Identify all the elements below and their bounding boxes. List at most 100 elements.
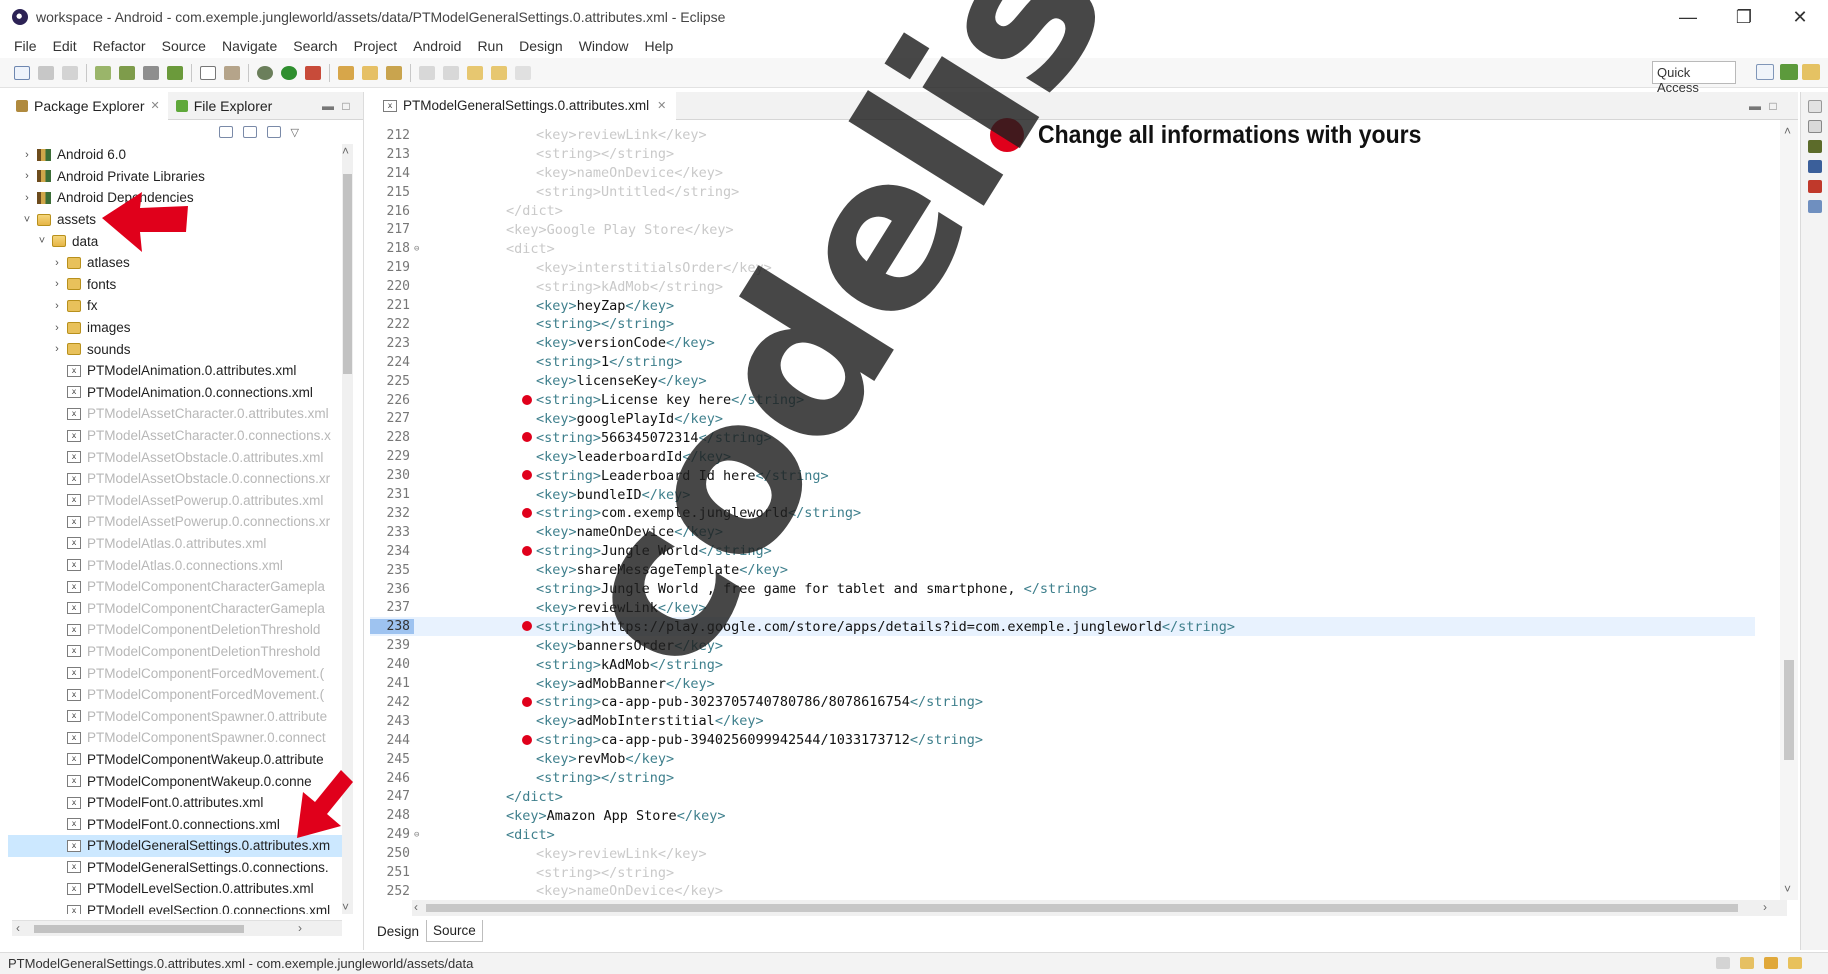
- menu-android[interactable]: Android: [413, 38, 461, 54]
- tree-item[interactable]: x PTModelComponentForcedMovement.(: [8, 684, 353, 706]
- tree-item[interactable]: › images: [8, 317, 353, 339]
- chevron-right-icon[interactable]: ›: [20, 170, 34, 182]
- code-line[interactable]: 235 <key>shareMessageTemplate</key>: [370, 561, 1755, 580]
- code-line[interactable]: 238 <string>https://play.google.com/store…: [370, 617, 1755, 637]
- code-line[interactable]: 228 <string>566345072314</string>: [370, 428, 1755, 447]
- scroll-down-icon[interactable]: ˅: [342, 900, 349, 914]
- external-tools-icon[interactable]: [224, 65, 240, 80]
- tree-item[interactable]: x PTModelAnimation.0.connections.xml: [8, 382, 353, 404]
- menu-edit[interactable]: Edit: [53, 38, 77, 54]
- code-line[interactable]: 247 </dict>: [370, 788, 1755, 807]
- code-line[interactable]: 221 <key>heyZap</key>: [370, 296, 1755, 315]
- chevron-down-icon[interactable]: ˅: [35, 235, 49, 247]
- tree-item[interactable]: x PTModelComponentForcedMovement.(: [8, 662, 353, 684]
- code-line[interactable]: 224 <string>1</string>: [370, 353, 1755, 372]
- tab-xml-file[interactable]: x PTModelGeneralSettings.0.attributes.xm…: [370, 91, 677, 120]
- close-icon[interactable]: ✕: [657, 99, 666, 112]
- open-perspective-icon[interactable]: [1756, 64, 1774, 80]
- chevron-right-icon[interactable]: ›: [20, 149, 34, 161]
- console-icon[interactable]: [1808, 140, 1822, 153]
- scroll-down-icon[interactable]: ˅: [1784, 882, 1791, 896]
- code-line[interactable]: 214 <key>nameOnDevice</key>: [370, 164, 1755, 183]
- code-line[interactable]: 239 <key>bannersOrder</key>: [370, 636, 1755, 655]
- tree-item[interactable]: x PTModelComponentDeletionThreshold: [8, 641, 353, 663]
- tab-file-explorer[interactable]: File Explorer: [168, 92, 281, 120]
- scroll-thumb[interactable]: [34, 925, 244, 933]
- back-icon[interactable]: [467, 65, 483, 80]
- tree-item[interactable]: x PTModelLevelSection.0.attributes.xml: [8, 878, 353, 900]
- code-line[interactable]: 245 <key>revMob</key>: [370, 750, 1755, 769]
- code-line[interactable]: 219 <key>interstitialsOrder</key>: [370, 258, 1755, 277]
- tree-item[interactable]: x PTModelAtlas.0.connections.xml: [8, 554, 353, 576]
- tab-package-explorer[interactable]: Package Explorer ✕: [8, 91, 168, 120]
- minimize-view-icon[interactable]: ▬: [319, 99, 337, 113]
- scroll-right-icon[interactable]: ›: [1763, 900, 1767, 914]
- run-icon[interactable]: [281, 65, 297, 80]
- android-sdk-icon[interactable]: [95, 65, 111, 80]
- code-line[interactable]: 234 <string>Jungle World</string>: [370, 542, 1755, 561]
- editor-horizontal-scrollbar[interactable]: ‹ ›: [412, 900, 1787, 916]
- tree-item[interactable]: x PTModelComponentCharacterGamepla: [8, 576, 353, 598]
- chevron-right-icon[interactable]: ›: [50, 343, 64, 355]
- code-line[interactable]: 249 ⊖ <dict>: [370, 825, 1755, 844]
- status-tool-icon[interactable]: [1764, 957, 1778, 969]
- open-folder-icon[interactable]: [362, 65, 378, 80]
- tree-item[interactable]: x PTModelComponentSpawner.0.attribute: [8, 705, 353, 727]
- tree-item[interactable]: › sounds: [8, 338, 353, 360]
- code-line[interactable]: 222 <string></string>: [370, 315, 1755, 334]
- lint-icon[interactable]: [143, 65, 159, 80]
- new-android-project-icon[interactable]: [167, 65, 183, 80]
- menu-project[interactable]: Project: [354, 38, 398, 54]
- code-line[interactable]: 241 <key>adMobBanner</key>: [370, 674, 1755, 693]
- tree-item[interactable]: x PTModelComponentCharacterGamepla: [8, 597, 353, 619]
- menu-file[interactable]: File: [14, 38, 37, 54]
- run-external-icon[interactable]: [305, 65, 321, 80]
- tree-item[interactable]: › fonts: [8, 274, 353, 296]
- tree-item[interactable]: x PTModelAssetObstacle.0.attributes.xml: [8, 446, 353, 468]
- code-line[interactable]: 229 <key>leaderboardId</key>: [370, 447, 1755, 466]
- code-line[interactable]: 240 <string>kAdMob</string>: [370, 655, 1755, 674]
- tree-item[interactable]: x PTModelAssetCharacter.0.attributes.xml: [8, 403, 353, 425]
- status-tool-icon[interactable]: [1788, 957, 1802, 969]
- java-perspective-icon[interactable]: [1780, 64, 1798, 80]
- problems-icon[interactable]: [1808, 160, 1822, 173]
- minimize-editor-icon[interactable]: ▬: [1746, 99, 1764, 113]
- tree-item[interactable]: › atlases: [8, 252, 353, 274]
- chevron-right-icon[interactable]: ›: [50, 278, 64, 290]
- annotation-icon[interactable]: [419, 65, 435, 80]
- save-all-icon[interactable]: [62, 65, 78, 80]
- menu-run[interactable]: Run: [477, 38, 503, 54]
- tree-horizontal-scrollbar[interactable]: ‹ ›: [12, 920, 342, 936]
- tree-item[interactable]: › Android Private Libraries: [8, 166, 353, 188]
- code-line[interactable]: 244 <string>ca-app-pub-3940256099942544/1…: [370, 731, 1755, 750]
- quick-access-input[interactable]: Quick Access: [1652, 61, 1736, 95]
- code-line[interactable]: 246 <string></string>: [370, 769, 1755, 788]
- scroll-left-icon[interactable]: ‹: [414, 900, 418, 914]
- status-tool-icon[interactable]: [1716, 957, 1730, 969]
- properties-icon[interactable]: [1808, 120, 1822, 133]
- code-line[interactable]: 232 <string>com.exemple.jungleworld</stri…: [370, 504, 1755, 523]
- history-icon[interactable]: [515, 65, 531, 80]
- code-line[interactable]: 220 <string>kAdMob</string>: [370, 277, 1755, 296]
- avd-manager-icon[interactable]: [119, 65, 135, 80]
- close-button[interactable]: ✕: [1772, 0, 1828, 34]
- open-type-icon[interactable]: [338, 65, 354, 80]
- fold-toggle-icon[interactable]: ⊖: [414, 244, 422, 254]
- menu-search[interactable]: Search: [293, 38, 337, 54]
- close-icon[interactable]: ✕: [151, 99, 160, 112]
- scroll-left-icon[interactable]: ‹: [16, 921, 20, 935]
- save-icon[interactable]: [38, 65, 54, 80]
- ddms-perspective-icon[interactable]: [1802, 64, 1820, 80]
- code-line[interactable]: 225 <key>licenseKey</key>: [370, 372, 1755, 391]
- menu-navigate[interactable]: Navigate: [222, 38, 277, 54]
- scroll-up-icon[interactable]: ˄: [342, 144, 349, 158]
- forward-icon[interactable]: [491, 65, 507, 80]
- status-tool-icon[interactable]: [1740, 957, 1754, 969]
- code-line[interactable]: 242 <string>ca-app-pub-3023705740780786/8…: [370, 693, 1755, 712]
- outline-icon[interactable]: [1808, 100, 1822, 113]
- code-line[interactable]: 250 <key>reviewLink</key>: [370, 844, 1755, 863]
- scroll-up-icon[interactable]: ˄: [1784, 124, 1791, 138]
- code-line[interactable]: 216 </dict>: [370, 202, 1755, 221]
- tree-item[interactable]: › fx: [8, 295, 353, 317]
- tree-item[interactable]: x PTModelLevelSection.0.connections.xml: [8, 900, 353, 914]
